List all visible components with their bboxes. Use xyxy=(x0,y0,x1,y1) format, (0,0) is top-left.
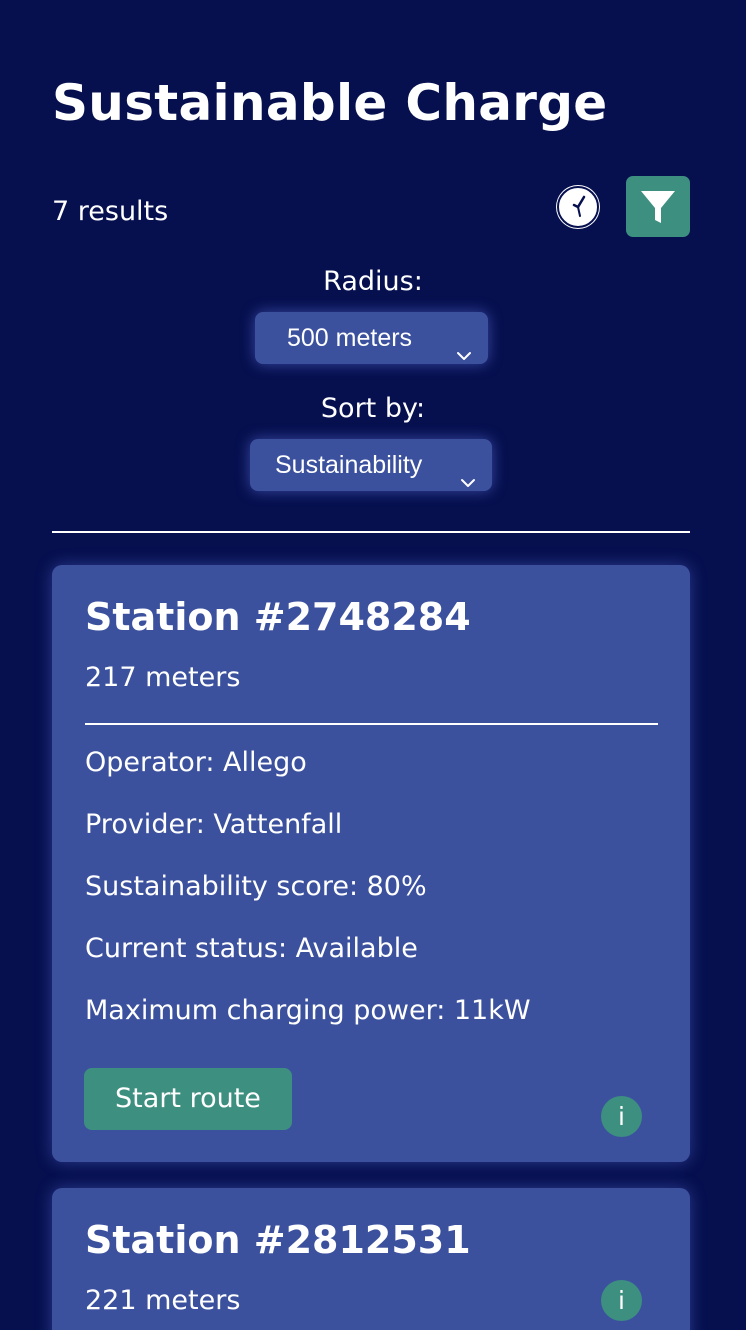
app-screen: Sustainable Charge 7 results Radius: 500… xyxy=(0,0,746,1330)
station-distance: 221 meters xyxy=(85,1285,241,1316)
radius-select-value: 500 meters xyxy=(287,324,413,352)
station-title: Station #2812531 xyxy=(85,1218,471,1262)
card-divider xyxy=(85,723,658,725)
sort-select[interactable]: Sustainability xyxy=(250,439,492,491)
station-provider: Provider: Vattenfall xyxy=(85,809,343,840)
results-count: 7 results xyxy=(52,196,169,227)
station-status: Current status: Available xyxy=(85,933,418,964)
sort-label: Sort by: xyxy=(320,393,426,424)
sort-select-value: Sustainability xyxy=(275,451,423,479)
filter-button[interactable] xyxy=(626,176,690,237)
radius-label: Radius: xyxy=(323,266,423,297)
section-divider xyxy=(52,531,690,533)
station-max-power: Maximum charging power: 11kW xyxy=(85,995,531,1026)
station-sustainability-score: Sustainability score: 80% xyxy=(85,871,427,902)
chevron-down-icon xyxy=(456,330,472,360)
chevron-down-icon xyxy=(460,457,476,487)
clock-icon xyxy=(556,185,600,229)
station-operator: Operator: Allego xyxy=(85,747,307,778)
station-card[interactable]: Station #2812531 221 meters i xyxy=(52,1188,690,1330)
history-button[interactable] xyxy=(556,185,600,229)
station-card[interactable]: Station #2748284 217 meters Operator: Al… xyxy=(52,565,690,1162)
radius-select[interactable]: 500 meters xyxy=(255,312,488,364)
info-icon[interactable]: i xyxy=(601,1280,642,1321)
station-distance: 217 meters xyxy=(85,662,241,693)
start-route-button[interactable]: Start route xyxy=(84,1068,292,1130)
station-title: Station #2748284 xyxy=(85,595,471,639)
info-icon[interactable]: i xyxy=(601,1096,642,1137)
filter-funnel-icon xyxy=(638,187,678,227)
page-title: Sustainable Charge xyxy=(52,74,608,132)
